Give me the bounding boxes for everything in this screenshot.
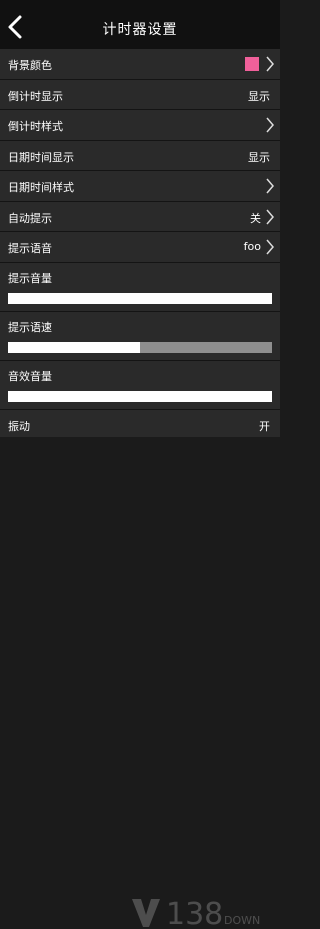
header-bar: 计时器设置 (0, 0, 280, 54)
row-prompt-speed: 提示语速 (0, 311, 280, 361)
row-label: 倒计时显示 (8, 89, 63, 103)
row-value: 显示 (248, 150, 270, 164)
row-label: 提示语速 (8, 320, 52, 334)
row-datetime-style[interactable]: 日期时间样式 (0, 171, 280, 202)
chevron-right-icon (266, 56, 274, 72)
footer-area: 138 DOWN (0, 437, 280, 929)
watermark-text: 138 (166, 897, 223, 929)
effect-volume-slider[interactable] (8, 390, 272, 402)
prompt-volume-slider[interactable] (8, 292, 272, 304)
row-label: 音效音量 (8, 369, 52, 383)
row-label: 日期时间样式 (8, 181, 74, 194)
row-auto-prompt[interactable]: 自动提示 关 (0, 201, 280, 232)
prompt-speed-slider[interactable] (8, 341, 272, 353)
row-countdown-style[interactable]: 倒计时样式 (0, 110, 280, 141)
row-label: 提示音量 (8, 271, 52, 285)
row-value: 开 (259, 419, 270, 433)
slider-track-remainder (140, 341, 272, 353)
row-label: 日期时间显示 (8, 150, 74, 164)
row-value: 显示 (248, 89, 270, 103)
row-label: 振动 (8, 419, 30, 433)
row-value: foo (243, 240, 261, 253)
settings-list: 背景颜色 倒计时显示 显示 倒计时样式 日期时间显示 显示 日期时间样式 自动提… (0, 49, 280, 440)
row-datetime-display[interactable]: 日期时间显示 显示 (0, 140, 280, 171)
row-label: 倒计时样式 (8, 120, 63, 133)
row-vibration[interactable]: 振动 开 (0, 409, 280, 440)
row-prompt-voice[interactable]: 提示语音 foo (0, 232, 280, 263)
row-background-color[interactable]: 背景颜色 (0, 49, 280, 80)
row-effect-volume: 音效音量 (0, 360, 280, 410)
chevron-right-icon (266, 117, 274, 133)
chevron-right-icon (266, 209, 274, 224)
chevron-right-icon (266, 178, 274, 194)
watermark-suffix: DOWN (224, 914, 260, 927)
row-label: 背景颜色 (8, 59, 52, 72)
chevron-right-icon (266, 239, 274, 255)
row-value: 关 (250, 211, 261, 225)
page-title: 计时器设置 (102, 22, 178, 38)
row-label: 自动提示 (8, 211, 52, 225)
row-label: 提示语音 (8, 242, 52, 255)
watermark-logo: 138 DOWN (132, 897, 260, 929)
row-countdown-display[interactable]: 倒计时显示 显示 (0, 79, 280, 110)
color-swatch (245, 57, 259, 71)
row-prompt-volume: 提示音量 (0, 262, 280, 312)
